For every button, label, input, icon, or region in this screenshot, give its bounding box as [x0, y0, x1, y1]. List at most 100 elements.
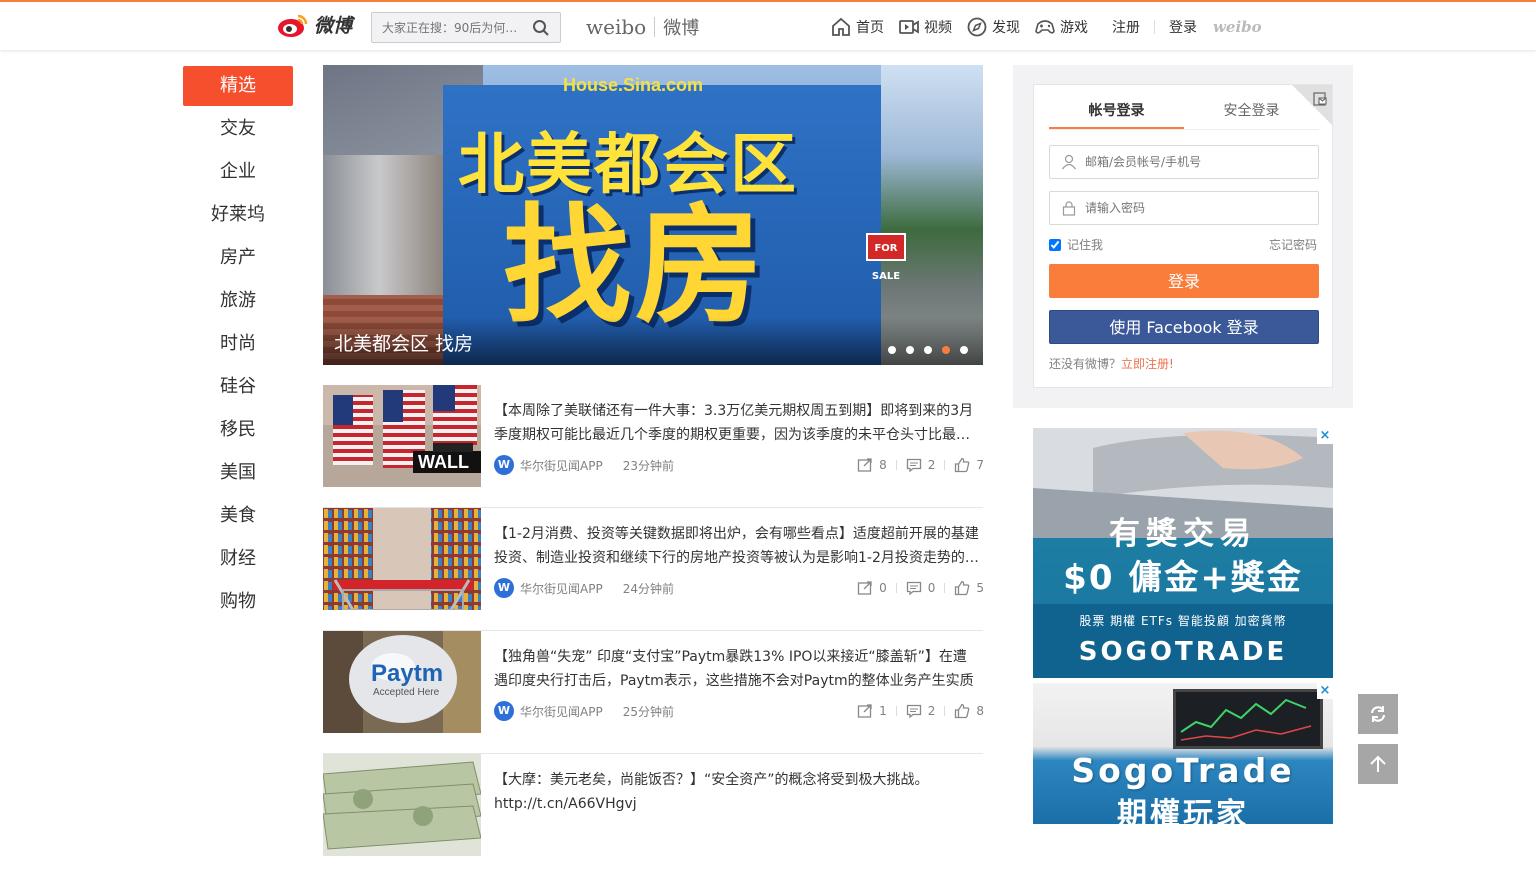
nav-home[interactable]: 首页: [830, 16, 884, 38]
tab-secure-login[interactable]: 安全登录: [1184, 100, 1319, 130]
username-field: [1049, 145, 1319, 179]
like-button[interactable]: 7: [954, 457, 984, 473]
feed-source[interactable]: 华尔街见闻APP: [520, 457, 603, 474]
weibo-small-logo[interactable]: weibo: [1213, 18, 1262, 36]
carousel-dot-active[interactable]: [942, 346, 950, 354]
facebook-login-button[interactable]: 使用 Facebook 登录: [1049, 310, 1319, 344]
thumbs-up-icon: [955, 457, 970, 473]
comment-icon: [906, 581, 921, 596]
comment-button[interactable]: 2: [906, 457, 935, 473]
search-icon[interactable]: [532, 19, 550, 37]
nav-game[interactable]: 游戏: [1034, 16, 1088, 38]
feed-source[interactable]: 华尔街见闻APP: [520, 703, 603, 720]
banner-caption[interactable]: 北美都会区 找房: [334, 329, 473, 356]
feed-source[interactable]: 华尔街见闻APP: [520, 580, 603, 597]
ad1-headline: 有獎交易: [1109, 516, 1257, 552]
main-nav: 首页 视频 发现 游戏 注册 登录 weibo: [830, 16, 1262, 38]
sidebar-item-travel[interactable]: 旅游: [183, 281, 293, 324]
login-link[interactable]: 登录: [1169, 17, 1197, 37]
remember-me-label: 记住我: [1067, 238, 1104, 252]
feed-text[interactable]: 【大摩：美元老矣，尚能饭否？】“安全资产”的概念将受到极大挑战。http://t…: [494, 768, 980, 816]
sogotrade-ad-banner[interactable]: × 有獎交易 $0 傭金+獎金 股票 期權 ETFs 智能投顧 加密貨幣 SOG…: [1033, 428, 1333, 678]
remember-me-checkbox[interactable]: [1049, 238, 1061, 251]
banner-carousel[interactable]: FOR SALE House.Sina.com 北美都会区 找房 北美都会区 找…: [323, 65, 983, 365]
feed-thumbnail-supermarket[interactable]: [323, 508, 481, 610]
sidebar-item-dating[interactable]: 交友: [183, 109, 293, 152]
feed-time: 25分钟前: [622, 704, 674, 719]
register-now-link[interactable]: 立即注册!: [1121, 357, 1174, 371]
login-button[interactable]: 登录: [1049, 264, 1319, 298]
nav-divider: [1154, 20, 1155, 34]
feed-text[interactable]: 【1-2月消费、投资等关键数据即将出炉，会有哪些看点】适度超前开展的基建投资、制…: [494, 522, 980, 570]
carousel-dot[interactable]: [888, 346, 896, 354]
feed-text[interactable]: 【独角兽“失宠” 印度“支付宝”Paytm暴跌13% IPO以来接近“膝盖斩”】…: [494, 645, 980, 693]
news-feed: WALL 【本周除了美联储还有一件大事：3.3万亿美元期权周五到期】即将到来的3…: [323, 385, 984, 877]
repost-count: 1: [879, 704, 887, 718]
sidebar-item-hollywood[interactable]: 好莱坞: [183, 195, 293, 238]
nav-video[interactable]: 视频: [898, 16, 952, 38]
comment-button[interactable]: 0: [906, 580, 935, 596]
password-field: [1049, 191, 1319, 225]
sidebar-item-finance[interactable]: 财经: [183, 539, 293, 582]
sidebar-item-fashion[interactable]: 时尚: [183, 324, 293, 367]
nav-discover[interactable]: 发现: [966, 16, 1020, 38]
feed-meta: W 华尔街见闻APP 23分钟前 8 2 7: [494, 455, 984, 475]
refresh-button[interactable]: [1358, 694, 1398, 734]
like-button[interactable]: 5: [954, 580, 984, 596]
nav-home-label: 首页: [856, 20, 884, 36]
password-input[interactable]: [1085, 192, 1315, 224]
carousel-dot[interactable]: [906, 346, 914, 354]
trading-screen-image: [1173, 689, 1323, 749]
register-prompt: 还没有微博？立即注册!: [1049, 355, 1174, 372]
stat-divider: [895, 583, 897, 593]
weibo-logo[interactable]: 微博: [276, 11, 352, 38]
search-input[interactable]: [372, 13, 527, 42]
ad-close-button[interactable]: ×: [1317, 683, 1333, 699]
repost-icon: [857, 581, 872, 595]
supermarket-cart-image: [323, 508, 481, 610]
sidebar-item-featured[interactable]: 精选: [183, 66, 293, 106]
carousel-dot[interactable]: [960, 346, 968, 354]
forgot-password-link[interactable]: 忘记密码: [1269, 236, 1317, 253]
sidebar-item-business[interactable]: 企业: [183, 152, 293, 195]
tab-account-login[interactable]: 帐号登录: [1049, 100, 1184, 130]
sidebar-item-shopping[interactable]: 购物: [183, 582, 293, 625]
back-to-top-button[interactable]: [1358, 744, 1398, 784]
sidebar-item-real-estate[interactable]: 房产: [183, 238, 293, 281]
svg-text:WALL: WALL: [418, 452, 469, 472]
banner-site-label: House.Sina.com: [563, 75, 704, 95]
repost-button[interactable]: 1: [857, 703, 887, 719]
repost-count: 8: [879, 458, 887, 472]
repost-button[interactable]: 0: [857, 580, 887, 596]
remember-me[interactable]: 记住我: [1049, 236, 1103, 253]
brand-divider: [654, 17, 656, 37]
top-navbar: 微博 weibo 微博 首页 视频 发现 游戏 注册 登录: [0, 0, 1536, 50]
username-input[interactable]: [1085, 146, 1315, 178]
comment-button[interactable]: 2: [906, 703, 935, 719]
sidebar-item-usa[interactable]: 美国: [183, 453, 293, 496]
refresh-icon: [1370, 706, 1386, 722]
stat-divider: [944, 706, 946, 716]
feed-thumbnail-dollars[interactable]: [323, 754, 481, 856]
sidebar-item-food[interactable]: 美食: [183, 496, 293, 539]
ad-close-button[interactable]: ×: [1317, 428, 1333, 444]
search-box: [371, 12, 561, 43]
thumbs-up-icon: [955, 703, 970, 719]
source-avatar[interactable]: W: [494, 578, 514, 598]
feed-text[interactable]: 【本周除了美联储还有一件大事：3.3万亿美元期权周五到期】即将到来的3月季度期权…: [494, 399, 980, 447]
register-link[interactable]: 注册: [1112, 17, 1140, 37]
carousel-dot[interactable]: [924, 346, 932, 354]
feed-thumbnail-paytm[interactable]: Paytm Accepted Here: [323, 631, 481, 733]
dollar-bills-image: [323, 754, 481, 856]
sidebar-item-immigration[interactable]: 移民: [183, 410, 293, 453]
feed-stats: 8 2 7: [857, 457, 984, 473]
nav-video-label: 视频: [924, 20, 952, 36]
repost-button[interactable]: 8: [857, 457, 887, 473]
source-avatar[interactable]: W: [494, 701, 514, 721]
feed-thumbnail-wall-street[interactable]: WALL: [323, 385, 481, 487]
source-avatar[interactable]: W: [494, 455, 514, 475]
like-button[interactable]: 8: [954, 703, 984, 719]
sogotrade-ad-banner-2[interactable]: × SogoTrade 期權玩家: [1033, 683, 1333, 824]
paytm-logo-text: Paytm: [371, 660, 443, 687]
sidebar-item-silicon-valley[interactable]: 硅谷: [183, 367, 293, 410]
